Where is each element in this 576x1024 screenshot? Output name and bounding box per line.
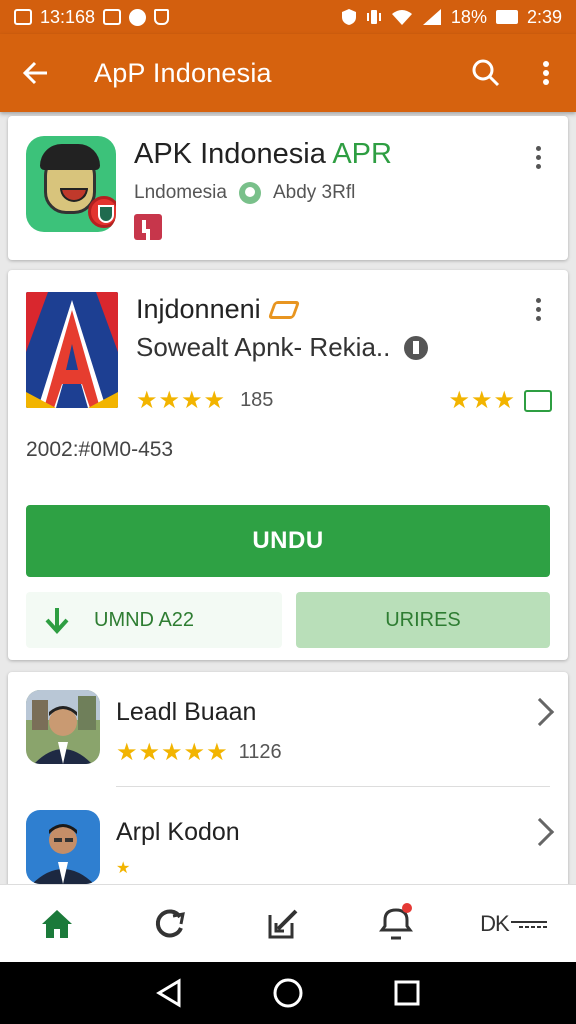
home-icon bbox=[41, 909, 72, 938]
tag-icon bbox=[267, 300, 300, 319]
related-app-name: Leadl Buaan bbox=[116, 698, 257, 726]
featured-app-secondary: Abdy 3Rfl bbox=[272, 182, 356, 203]
vibrate-icon bbox=[366, 10, 381, 24]
app-subtitle: Sowealt Apnk- Rekia.. bbox=[136, 332, 429, 363]
status-time-left: 13:168 bbox=[40, 6, 96, 27]
chevron-right-icon bbox=[525, 817, 555, 847]
app-name: Injdonneni bbox=[136, 294, 300, 325]
app-icon bbox=[26, 292, 118, 408]
battery-icon bbox=[495, 10, 518, 24]
nav-notifications[interactable] bbox=[356, 889, 436, 959]
system-nav-bar bbox=[0, 962, 576, 1024]
screenshot-icon bbox=[14, 9, 32, 25]
list-item[interactable]: Leadl Buaan ★★★★★ 1126 bbox=[8, 672, 568, 782]
featured-app-developer: Lndomesia bbox=[134, 182, 227, 203]
back-arrow-icon bbox=[23, 61, 47, 85]
wifi-icon bbox=[391, 10, 412, 25]
app-rating: ★★★★ 185 bbox=[136, 386, 273, 415]
dash-icon bbox=[510, 920, 547, 928]
status-time-right: 2:39 bbox=[526, 6, 562, 27]
app-code: 2002:#0M0-453 bbox=[26, 438, 174, 461]
nav-home[interactable] bbox=[17, 889, 97, 959]
app-bar: ApP Indonesia bbox=[0, 34, 576, 112]
featured-more-button[interactable] bbox=[526, 142, 550, 172]
image-icon bbox=[103, 9, 122, 25]
back-button[interactable] bbox=[0, 34, 72, 112]
cup-icon bbox=[154, 9, 170, 25]
notification-dot bbox=[402, 902, 413, 913]
page-title: ApP Indonesia bbox=[94, 57, 272, 88]
search-button[interactable] bbox=[456, 43, 516, 103]
editors-choice-icon bbox=[134, 214, 162, 240]
chevron-right-icon bbox=[525, 697, 555, 727]
search-icon bbox=[472, 59, 500, 87]
back-triangle-icon[interactable] bbox=[155, 978, 183, 1008]
more-vertical-icon bbox=[543, 61, 549, 85]
list-item[interactable]: Arpl Kodon ★ bbox=[8, 788, 568, 898]
avatar bbox=[26, 810, 100, 884]
info-icon[interactable] bbox=[404, 335, 429, 360]
app-more-button[interactable] bbox=[526, 294, 550, 324]
related-app-name: Arpl Kodon bbox=[116, 818, 240, 846]
bottom-navigation: DK bbox=[0, 884, 576, 962]
avatar bbox=[26, 690, 100, 764]
featured-app-name: APK Indonesia APR bbox=[134, 138, 392, 170]
rating-count: 185 bbox=[240, 389, 274, 411]
nav-downloads[interactable] bbox=[243, 889, 323, 959]
recents-square-icon[interactable] bbox=[393, 979, 421, 1007]
featured-app-card[interactable]: APK Indonesia APR Lndomesia Abdy 3Rfl bbox=[8, 116, 568, 260]
nav-more-label: DK bbox=[480, 910, 510, 936]
divider bbox=[116, 786, 550, 787]
star-rating-icon: ★ bbox=[116, 860, 132, 877]
featured-app-meta: Lndomesia Abdy 3Rfl bbox=[134, 182, 355, 204]
notification-icon bbox=[129, 8, 147, 26]
app-rating-secondary: ★★★ bbox=[448, 386, 552, 415]
download-arrow-icon bbox=[45, 608, 69, 634]
secondary-action-button[interactable]: URIRES bbox=[296, 592, 550, 648]
refresh-icon bbox=[155, 909, 185, 937]
ticket-icon bbox=[524, 389, 552, 412]
developer-icon bbox=[238, 182, 261, 204]
related-app-rating: ★★★★★ 1126 bbox=[116, 738, 282, 767]
shield-icon bbox=[341, 9, 356, 25]
star-rating-icon: ★★★★ bbox=[136, 387, 227, 414]
nav-updates[interactable] bbox=[130, 889, 210, 959]
star-rating-icon: ★★★★★ bbox=[116, 739, 229, 766]
status-bar: 13:168 18% 2:39 bbox=[0, 0, 576, 34]
star-rating-secondary-icon: ★★★ bbox=[448, 387, 516, 414]
download-button[interactable]: UMND A22 bbox=[26, 592, 282, 648]
battery-percent: 18% bbox=[450, 6, 487, 27]
nav-more[interactable]: DK bbox=[469, 889, 559, 959]
edit-box-icon bbox=[268, 909, 298, 938]
related-apps-card: Leadl Buaan ★★★★★ 1126 Arpl Kodon ★ bbox=[8, 672, 568, 892]
related-app-rating: ★ bbox=[116, 858, 131, 878]
shield-badge-icon bbox=[88, 196, 116, 228]
overflow-menu-button[interactable] bbox=[516, 43, 576, 103]
rating-count: 1126 bbox=[238, 741, 282, 763]
signal-icon bbox=[422, 9, 441, 25]
featured-app-icon bbox=[26, 136, 116, 232]
install-button[interactable]: UNDU bbox=[26, 505, 550, 577]
home-circle-icon[interactable] bbox=[272, 977, 304, 1009]
app-detail-card: Injdonneni Sowealt Apnk- Rekia.. ★★★★ 18… bbox=[8, 270, 568, 660]
